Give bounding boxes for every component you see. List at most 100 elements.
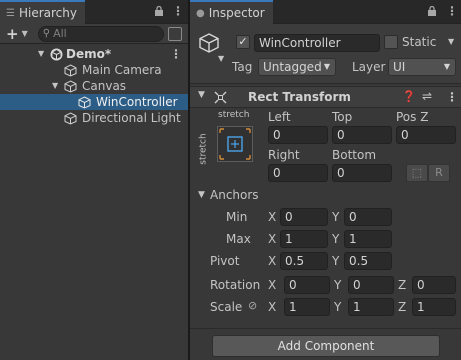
y-label: Y (334, 278, 342, 292)
inspector-tab-label: Inspector (208, 6, 265, 20)
item-label: Main Camera (82, 63, 162, 77)
x-label: X (268, 254, 277, 268)
collapse-arrow-icon[interactable]: ▼ (198, 90, 205, 100)
item-label: WinController (96, 95, 178, 109)
scene-row[interactable]: ▼ Demo* ⋮ (0, 46, 188, 62)
rotation-z-input[interactable]: 0 (412, 276, 456, 294)
filter-icon[interactable] (168, 26, 182, 41)
scene-label: Demo* (66, 47, 112, 61)
layer-value: UI (393, 60, 406, 74)
rect-transform-icon (214, 91, 227, 104)
chevron-down-icon: ▼ (443, 62, 450, 71)
left-label: Left (268, 110, 291, 124)
y-label: Y (332, 232, 340, 246)
rect-transform-title: Rect Transform (248, 90, 351, 104)
gameobject-cube-icon (64, 112, 77, 125)
gameobject-cube-icon[interactable] (198, 32, 220, 54)
help-icon[interactable]: ❓ (402, 90, 416, 103)
static-checkbox[interactable] (384, 35, 398, 49)
y-label: Y (334, 300, 342, 314)
scale-x-input[interactable]: 1 (284, 298, 330, 316)
gameobject-cube-icon (78, 96, 91, 109)
layer-dropdown[interactable]: UI ▼ (388, 58, 456, 76)
lock-icon[interactable] (427, 6, 437, 16)
hierarchy-item-wincontroller[interactable]: WinController (0, 94, 188, 110)
expand-arrow-icon[interactable]: ▼ (38, 46, 44, 62)
inspector-panel: ● Inspector ⋮ ▼ ✓ WinController Static ▼… (190, 0, 461, 360)
scene-more-icon[interactable]: ⋮ (170, 46, 182, 62)
scale-y-input[interactable]: 1 (348, 298, 394, 316)
pivot-x-input[interactable]: 0.5 (280, 252, 328, 270)
right-label: Right (268, 148, 300, 162)
bottom-input[interactable]: 0 (332, 164, 392, 182)
posz-input[interactable]: 0 (396, 126, 456, 144)
min-label: Min (226, 210, 248, 224)
z-label: Z (398, 300, 407, 314)
raw-edit-button[interactable]: R (428, 164, 450, 182)
pivot-y-input[interactable]: 0.5 (344, 252, 392, 270)
hierarchy-item-main-camera[interactable]: Main Camera (0, 62, 188, 78)
anchors-collapse-arrow-icon[interactable]: ▼ (198, 190, 205, 200)
chevron-down-icon[interactable]: ▼ (448, 37, 454, 46)
scale-z-input[interactable]: 1 (412, 298, 456, 316)
hierarchy-tab-label: Hierarchy (18, 6, 77, 20)
object-name-input[interactable]: WinController (254, 34, 380, 52)
chevron-down-icon[interactable]: ▼ (22, 29, 28, 38)
layer-label: Layer (352, 60, 386, 74)
add-component-button[interactable]: Add Component (212, 335, 440, 357)
anchor-presets-button[interactable] (217, 126, 253, 162)
top-input[interactable]: 0 (332, 126, 392, 144)
create-plus-icon[interactable]: + (6, 25, 20, 43)
search-icon: ⚲ (42, 28, 51, 39)
rect-transform-body: stretch stretch Left 0 Top 0 Pos Z 0 Rig… (190, 108, 461, 280)
lock-icon[interactable] (154, 6, 164, 16)
rotation-y-input[interactable]: 0 (348, 276, 394, 294)
constrain-proportions-link-icon[interactable]: ⊘ (248, 299, 257, 312)
hierarchy-tab[interactable]: ☰ Hierarchy (0, 0, 85, 24)
anchor-max-x-input[interactable]: 1 (280, 230, 328, 248)
hierarchy-item-canvas[interactable]: ▼ Canvas (0, 78, 188, 94)
anchor-min-y-input[interactable]: 0 (344, 208, 392, 226)
top-label: Top (332, 110, 353, 124)
x-label: X (268, 210, 277, 224)
presets-sliders-icon[interactable]: ⇌ (422, 89, 432, 103)
pivot-label: Pivot (210, 254, 240, 268)
anchor-preset-side-label: stretch (198, 133, 209, 165)
anchor-max-y-input[interactable]: 1 (344, 230, 392, 248)
hierarchy-search-input[interactable]: ⚲ All (37, 25, 165, 42)
more-options-icon[interactable]: ⋮ (172, 4, 184, 18)
anchor-stretch-icon (219, 128, 251, 160)
more-options-icon[interactable]: ⋮ (446, 90, 458, 104)
hierarchy-list-icon: ☰ (6, 7, 15, 19)
inspector-tab[interactable]: ● Inspector (190, 0, 273, 24)
expand-arrow-icon[interactable]: ▼ (52, 78, 58, 94)
left-input[interactable]: 0 (268, 126, 328, 144)
gameobject-header: ▼ ✓ WinController Static ▼ Tag Untagged … (190, 24, 461, 84)
hierarchy-tabbar: ☰ Hierarchy ⋮ (0, 0, 188, 24)
hierarchy-toolbar: + ▼ ⚲ All (0, 24, 188, 44)
bottom-label: Bottom (332, 148, 377, 162)
x-label: X (268, 278, 277, 292)
tag-value: Untagged (263, 60, 322, 74)
hierarchy-item-directional-light[interactable]: Directional Light (0, 110, 188, 126)
active-checkbox[interactable]: ✓ (236, 35, 250, 49)
component-divider (190, 328, 461, 329)
blueprint-mode-button[interactable]: ⬚ (406, 164, 428, 182)
item-label: Directional Light (82, 111, 181, 125)
tag-dropdown[interactable]: Untagged ▼ (258, 58, 336, 76)
chevron-down-icon: ▼ (323, 62, 330, 71)
chevron-down-icon[interactable]: ▼ (218, 54, 224, 63)
item-label: Canvas (82, 79, 127, 93)
anchor-min-x-input[interactable]: 0 (280, 208, 328, 226)
info-circle-icon: ● (196, 7, 205, 19)
x-label: X (268, 232, 277, 246)
y-label: Y (332, 254, 340, 268)
x-label: X (268, 300, 277, 314)
rotation-x-input[interactable]: 0 (284, 276, 330, 294)
anchors-label: Anchors (210, 188, 259, 202)
anchor-preset-top-label: stretch (218, 110, 250, 120)
rect-transform-header[interactable]: ▼ Rect Transform ❓ ⇌ ⋮ (190, 86, 461, 108)
right-input[interactable]: 0 (268, 164, 328, 182)
static-label: Static (402, 35, 437, 49)
more-options-icon[interactable]: ⋮ (446, 4, 458, 18)
